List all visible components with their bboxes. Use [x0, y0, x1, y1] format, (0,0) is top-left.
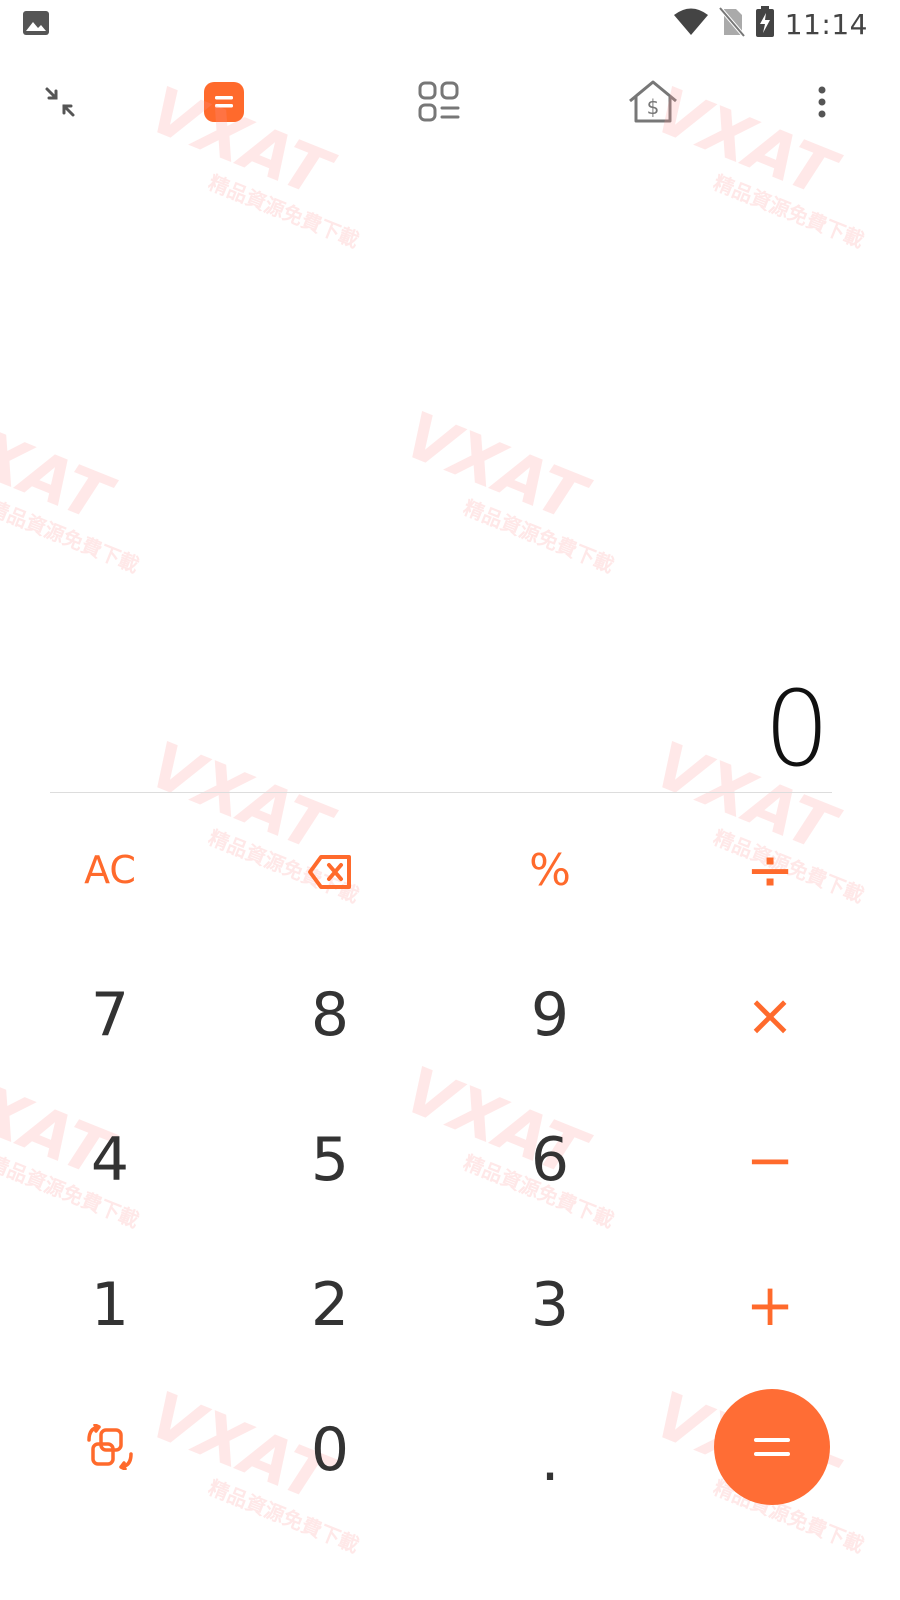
equals-button[interactable]: [714, 1389, 830, 1505]
switch-mode-icon: [85, 1415, 135, 1485]
display-divider: [50, 792, 832, 793]
image-icon: [22, 10, 50, 40]
calculator-screen: 11:14 $ VXAT 精品資源免費下載 VXAT 精品資源免費下載 VXAT…: [0, 0, 900, 1600]
watermark: VXAT精品資源免費下載: [0, 398, 143, 578]
digit-2-button[interactable]: 2: [220, 1250, 440, 1360]
top-toolbar: $: [0, 70, 900, 134]
add-button[interactable]: +: [660, 1250, 880, 1360]
digit-5-button[interactable]: 5: [220, 1105, 440, 1215]
svg-text:$: $: [647, 95, 660, 119]
digit-3-button[interactable]: 3: [440, 1250, 660, 1360]
battery-charging-icon: [755, 6, 775, 42]
digit-1-button[interactable]: 1: [0, 1250, 220, 1360]
clear-button[interactable]: AC: [0, 815, 220, 925]
digit-7-button[interactable]: 7: [0, 960, 220, 1070]
subtract-button[interactable]: −: [660, 1105, 880, 1215]
minimize-icon[interactable]: [30, 70, 90, 134]
digit-0-button[interactable]: 0: [220, 1395, 440, 1505]
decimal-button[interactable]: .: [440, 1405, 660, 1515]
multiply-button[interactable]: ×: [660, 960, 880, 1070]
backspace-button[interactable]: [220, 815, 440, 925]
digit-4-button[interactable]: 4: [0, 1105, 220, 1215]
percent-button[interactable]: %: [440, 815, 660, 925]
backspace-icon: [307, 835, 353, 905]
more-vert-icon[interactable]: [800, 70, 844, 134]
no-sim-icon: [718, 6, 746, 41]
equals-icon: [754, 1438, 790, 1456]
grid-list-icon[interactable]: [408, 70, 470, 134]
digit-8-button[interactable]: 8: [220, 960, 440, 1070]
status-time: 11:14: [784, 7, 868, 41]
switch-mode-button[interactable]: [0, 1395, 220, 1505]
result-display: 0: [763, 668, 830, 790]
divide-button[interactable]: ÷: [660, 815, 880, 925]
watermark: VXAT精品資源免費下載: [394, 398, 618, 578]
status-bar: 11:14: [0, 0, 900, 50]
calculator-icon[interactable]: [194, 70, 254, 134]
digit-6-button[interactable]: 6: [440, 1105, 660, 1215]
wifi-icon: [673, 8, 709, 40]
digit-9-button[interactable]: 9: [440, 960, 660, 1070]
house-dollar-icon[interactable]: $: [622, 70, 684, 134]
